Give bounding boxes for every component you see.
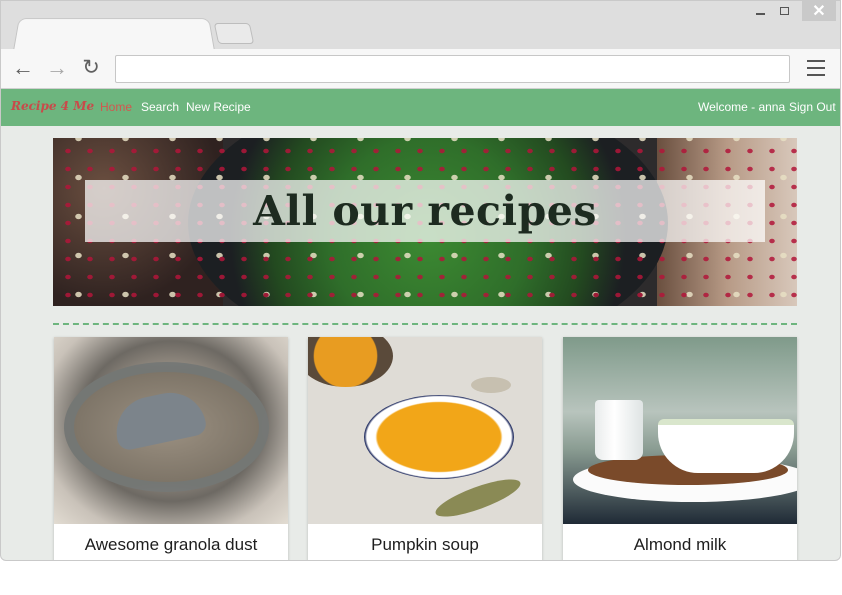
address-bar[interactable] [115,55,790,83]
new-tab-button[interactable] [213,23,255,44]
fruit-bowl-shape [658,419,794,473]
title-bar: ✕ [1,1,840,51]
site-navbar: Recipe 4 Me Home Search New Recipe Welco… [1,89,840,126]
soup-bowl-shape [364,395,514,479]
brand-logo[interactable]: Recipe 4 Me [11,99,94,113]
recipe-title[interactable]: Pumpkin soup [308,535,542,555]
spoon-shape [471,377,511,393]
nav-home-link[interactable]: Home [100,100,132,114]
recipe-image-almond-milk[interactable] [563,337,797,524]
section-divider [53,323,797,325]
minimize-icon[interactable] [749,1,771,21]
nav-search-link[interactable]: Search [141,100,179,114]
recipe-image-granola[interactable] [54,337,288,524]
forward-arrow-icon[interactable]: → [44,55,70,81]
close-icon[interactable]: ✕ [802,1,836,21]
active-tab[interactable] [13,18,215,51]
menu-icon[interactable] [807,60,825,76]
recipe-card[interactable]: Almond milk [563,337,797,560]
nav-new-recipe-link[interactable]: New Recipe [186,100,251,114]
small-bowl-shape [308,337,393,387]
milk-glass-shape [595,400,643,460]
recipe-title[interactable]: Almond milk [563,535,797,555]
reload-icon[interactable]: ↻ [78,55,104,81]
recipe-card[interactable]: Pumpkin soup [308,337,542,560]
hero-title-band: All our recipes [85,180,765,242]
hero-banner-image: All our recipes [53,138,797,306]
recipe-card[interactable]: Awesome granola dust [54,337,288,560]
back-arrow-icon[interactable]: ← [10,55,36,81]
restore-icon[interactable] [773,1,795,21]
welcome-text: Welcome - anna [698,100,786,114]
browser-toolbar: ← → ↻ [1,49,840,89]
sign-out-link[interactable]: Sign Out [789,100,836,114]
browser-window: ✕ ← → ↻ Recipe 4 Me Home Search New Reci… [0,0,841,561]
leaf-shape [431,472,525,524]
page-title: All our recipes [253,187,597,235]
recipe-image-pumpkin-soup[interactable] [308,337,542,524]
recipe-title[interactable]: Awesome granola dust [54,535,288,555]
